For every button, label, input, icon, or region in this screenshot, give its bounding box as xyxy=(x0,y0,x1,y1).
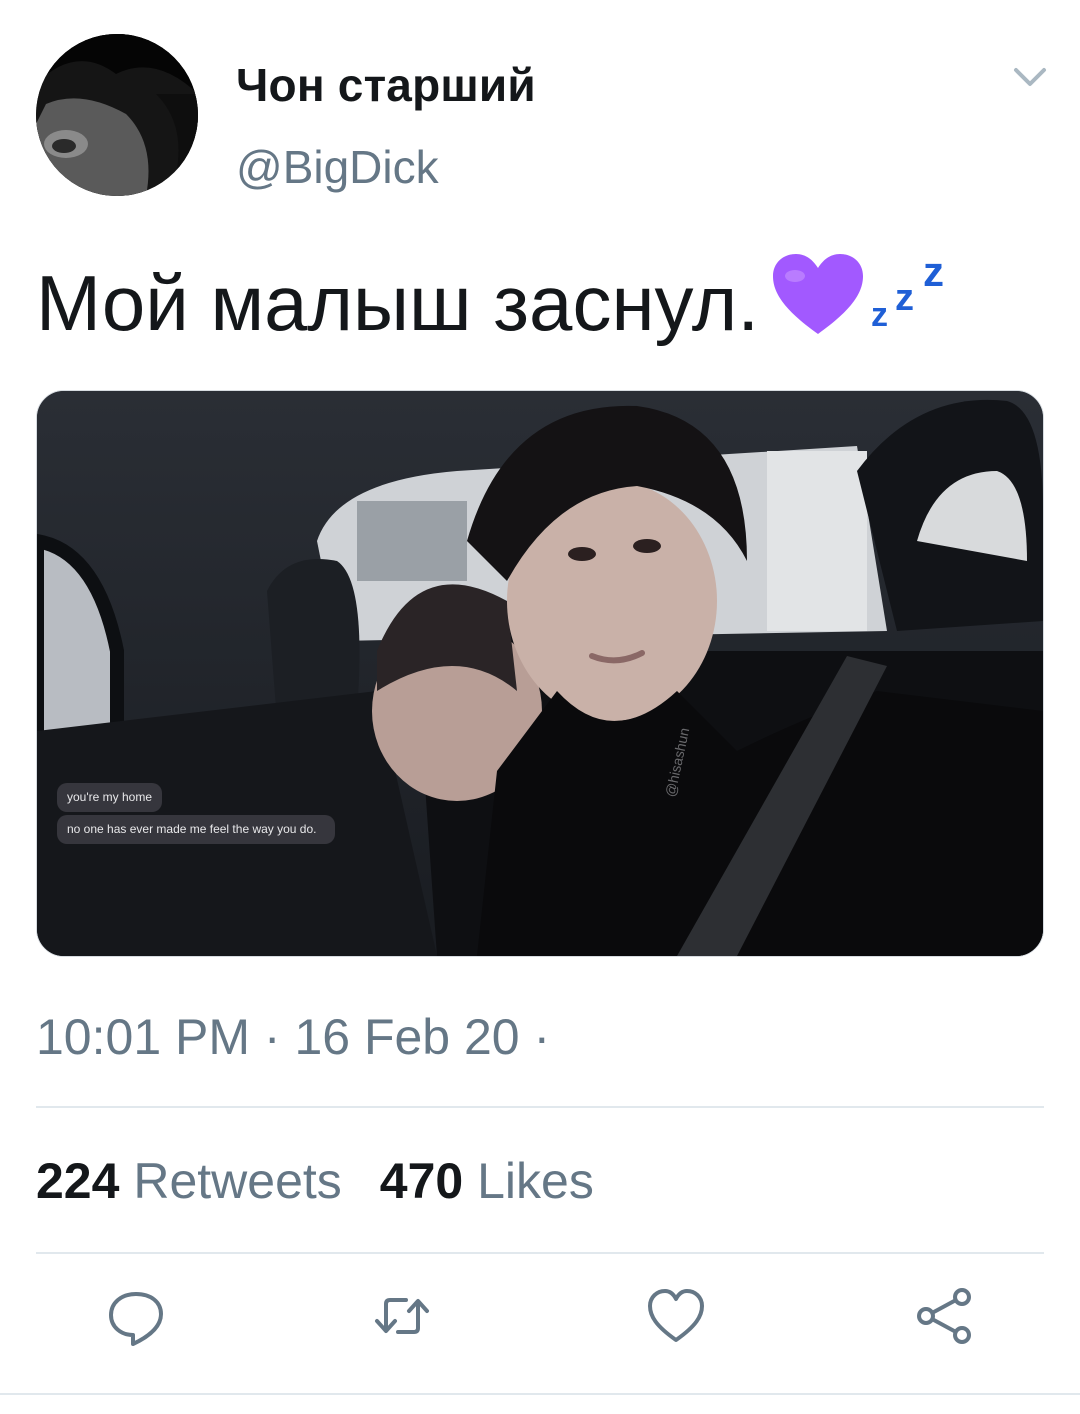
reply-button[interactable] xyxy=(106,1286,166,1346)
zzz-icon: zzz xyxy=(867,240,957,353)
retweet-icon xyxy=(375,1298,429,1334)
caption-bubble: you're my home xyxy=(57,783,162,812)
divider xyxy=(36,1106,1044,1108)
likes-count: 470 xyxy=(379,1153,464,1209)
avatar-image xyxy=(36,34,198,196)
tweet-timestamp: 10:01 PM · 16 Feb 20 · xyxy=(36,1009,551,1065)
user-handle[interactable]: @BigDick xyxy=(236,140,439,194)
likes-label: Likes xyxy=(477,1153,594,1209)
svg-text:z: z xyxy=(895,277,914,319)
retweets-count: 224 xyxy=(36,1153,120,1209)
share-icon xyxy=(917,1288,971,1344)
svg-text:z: z xyxy=(923,248,944,295)
heart-icon xyxy=(648,1289,704,1342)
tweet-media-image[interactable]: you're my home no one has ever made me f… xyxy=(36,390,1044,957)
svg-text:z: z xyxy=(871,296,888,330)
like-button[interactable] xyxy=(646,1286,706,1346)
display-name[interactable]: Чон старший xyxy=(236,58,536,112)
caption-bubble: no one has ever made me feel the way you… xyxy=(57,815,335,844)
avatar[interactable] xyxy=(36,34,198,196)
reply-icon xyxy=(109,1292,163,1346)
media-photo xyxy=(37,391,1043,956)
divider xyxy=(0,1393,1080,1395)
retweet-button[interactable] xyxy=(372,1286,432,1346)
share-button[interactable] xyxy=(914,1286,974,1346)
tweet-text: Мой малыш заснул. z z z xyxy=(36,240,957,361)
chevron-down-icon[interactable] xyxy=(1010,60,1050,96)
divider xyxy=(36,1252,1044,1254)
tweet-text-content: Мой малыш заснул. xyxy=(36,259,759,347)
tweet-stats: 224 Retweets 470 Likes xyxy=(36,1152,594,1210)
retweets-label: Retweets xyxy=(133,1153,342,1209)
likes-stat[interactable]: 470 Likes xyxy=(380,1153,594,1209)
retweets-stat[interactable]: 224 Retweets xyxy=(36,1153,342,1209)
purple-heart-icon xyxy=(773,254,863,361)
